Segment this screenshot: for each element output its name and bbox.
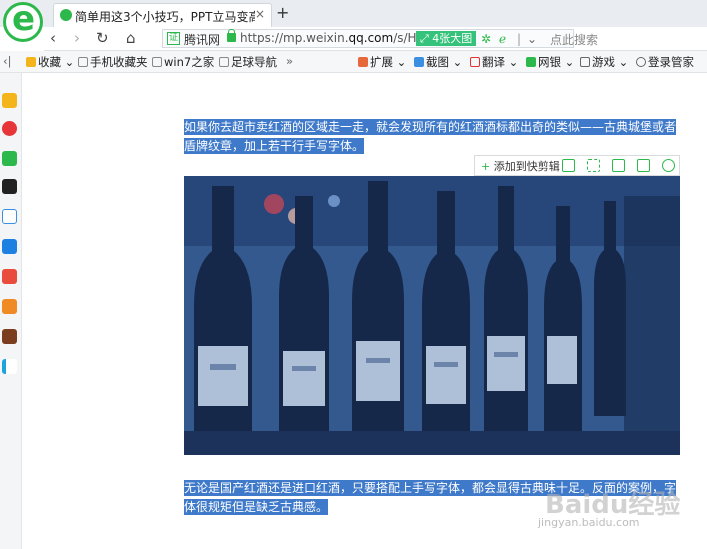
back-icon[interactable]: ‹ [50,29,56,47]
article-paragraph-1: 如果你去超市卖红酒的区域走一走，就会发现所有的红酒酒标都出奇的类似——古典城堡或… [184,119,677,154]
banking-menu[interactable]: 网银 ⌄ [526,54,574,70]
bookmark-win7[interactable]: win7之家 [152,54,214,70]
game-icon [580,57,590,67]
forward-icon[interactable]: › [74,29,80,47]
search-input[interactable]: 点此搜索 [544,29,707,48]
screenshot-icon [414,57,424,67]
new-tab-button[interactable]: + [276,3,289,22]
wine-bottles-image[interactable] [184,176,680,455]
translate-menu[interactable]: 翻译 ⌄ [470,54,518,70]
gear-icon[interactable]: ✲ [481,32,491,46]
sidebar-toggle-icon[interactable]: ‹| [3,54,11,68]
bookmark-football[interactable]: 足球导航 [219,54,277,70]
big-image-button[interactable]: ⤢ 4张大图 [416,31,476,46]
home-icon[interactable]: ⌂ [126,29,136,47]
tab-title: 简单用这3个小技巧，PPT立马变高 [75,10,255,24]
url-text[interactable]: https://mp.weixin.qq.com/s/H_ [240,31,423,45]
baidu-watermark-url: jingyan.baidu.com [538,516,640,529]
page-content: 如果你去超市卖红酒的区域走一走，就会发现所有的红酒酒标都出奇的类似——古典城堡或… [22,73,707,549]
ie-mode-icon[interactable]: ℯ [499,32,506,46]
address-bar: ‹ › ↻ ⌂ 证 腾讯网 https://mp.weixin.qq.com/s… [44,27,707,51]
search-placeholder: 点此搜索 [550,33,599,47]
mail-icon[interactable] [2,151,17,166]
bookmark-more[interactable]: » [286,54,293,68]
game-app-2-icon[interactable] [2,299,17,314]
reload-icon[interactable]: ↻ [96,29,109,47]
plus-icon: + [481,160,491,173]
extensions-menu[interactable]: 扩展 ⌄ [358,54,406,70]
image-toolbar: + 添加到快剪辑 [474,155,680,176]
chat-icon[interactable] [2,239,17,254]
divider: | [517,32,522,46]
games-menu[interactable]: 游戏 ⌄ [580,54,628,70]
left-sidebar [0,73,22,549]
share-icon[interactable] [637,159,650,172]
game-app-icon[interactable] [2,269,17,284]
tab-bar: 简单用这3个小技巧，PPT立马变高 × + [0,0,707,42]
wine-bottles-illustration [184,176,680,455]
certificate-icon: 证 [167,32,180,45]
copy-icon[interactable] [562,159,575,172]
lock-icon [227,29,236,42]
weibo-icon[interactable] [2,121,17,136]
browser-logo-icon[interactable] [3,0,43,42]
fullscreen-icon[interactable] [587,159,600,172]
app-p-icon[interactable] [2,359,17,374]
news-icon[interactable] [2,179,17,194]
wechat-icon [60,9,72,21]
bookmarks-bar: ‹| 收藏 ⌄ 手机收藏夹 win7之家 足球导航 » 扩展 ⌄ 截图 ⌄ 翻译… [0,51,707,73]
bookmark-mobile[interactable]: 手机收藏夹 [78,54,148,70]
user-icon [636,57,646,67]
url-input[interactable]: 证 腾讯网 https://mp.weixin.qq.com/s/H_ ⤢ 4张… [162,29,574,48]
site-name: 腾讯网 [184,33,221,47]
shield-icon [526,57,536,67]
close-icon[interactable]: × [255,7,265,21]
login-manager[interactable]: 登录管家 [636,54,694,70]
add-to-clip-button[interactable]: + 添加到快剪辑 [481,158,560,174]
file-icon [78,57,88,67]
save-icon[interactable] [612,159,625,172]
chevron-down-icon[interactable]: ⌄ [527,32,537,46]
favorites-icon[interactable] [2,93,17,108]
notes-icon[interactable] [2,209,17,224]
extension-icon [358,57,368,67]
screenshot-menu[interactable]: 截图 ⌄ [414,54,462,70]
settings-icon[interactable] [662,159,675,172]
file-icon [219,57,229,67]
translate-icon [470,57,480,67]
tab-active[interactable]: 简单用这3个小技巧，PPT立马变高 × [53,3,272,27]
file-icon [152,57,162,67]
game-app-3-icon[interactable] [2,329,17,344]
star-icon [26,57,36,67]
bookmark-favorites[interactable]: 收藏 ⌄ [26,54,74,70]
